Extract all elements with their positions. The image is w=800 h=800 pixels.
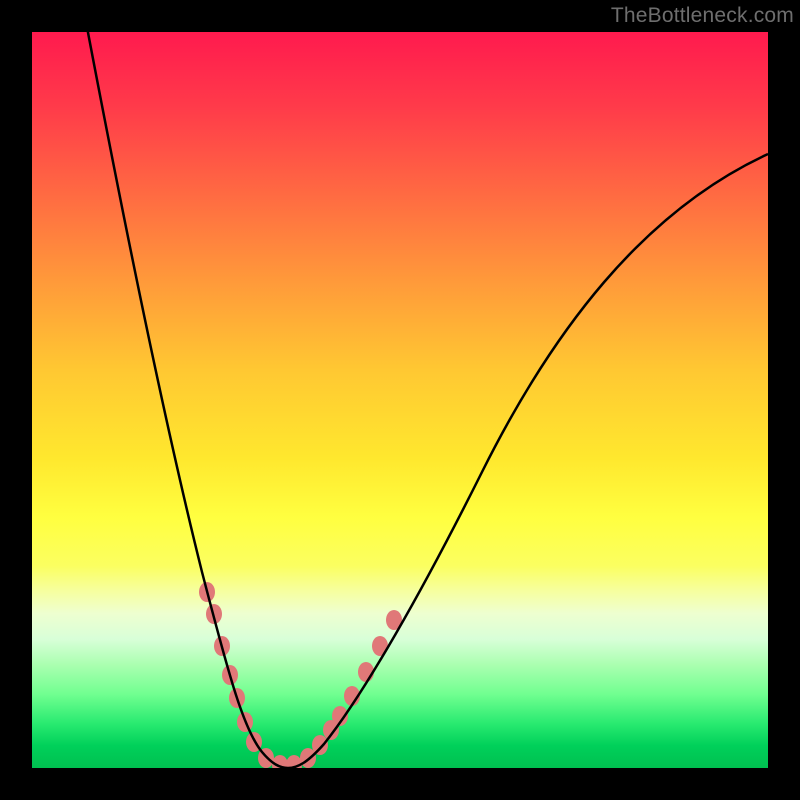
data-marker xyxy=(312,735,328,755)
plot-area xyxy=(32,32,768,768)
curve-svg xyxy=(32,32,768,768)
data-marker xyxy=(358,662,374,682)
bottleneck-curve xyxy=(86,32,768,768)
chart-frame: TheBottleneck.com xyxy=(0,0,800,800)
watermark-text: TheBottleneck.com xyxy=(611,4,794,28)
